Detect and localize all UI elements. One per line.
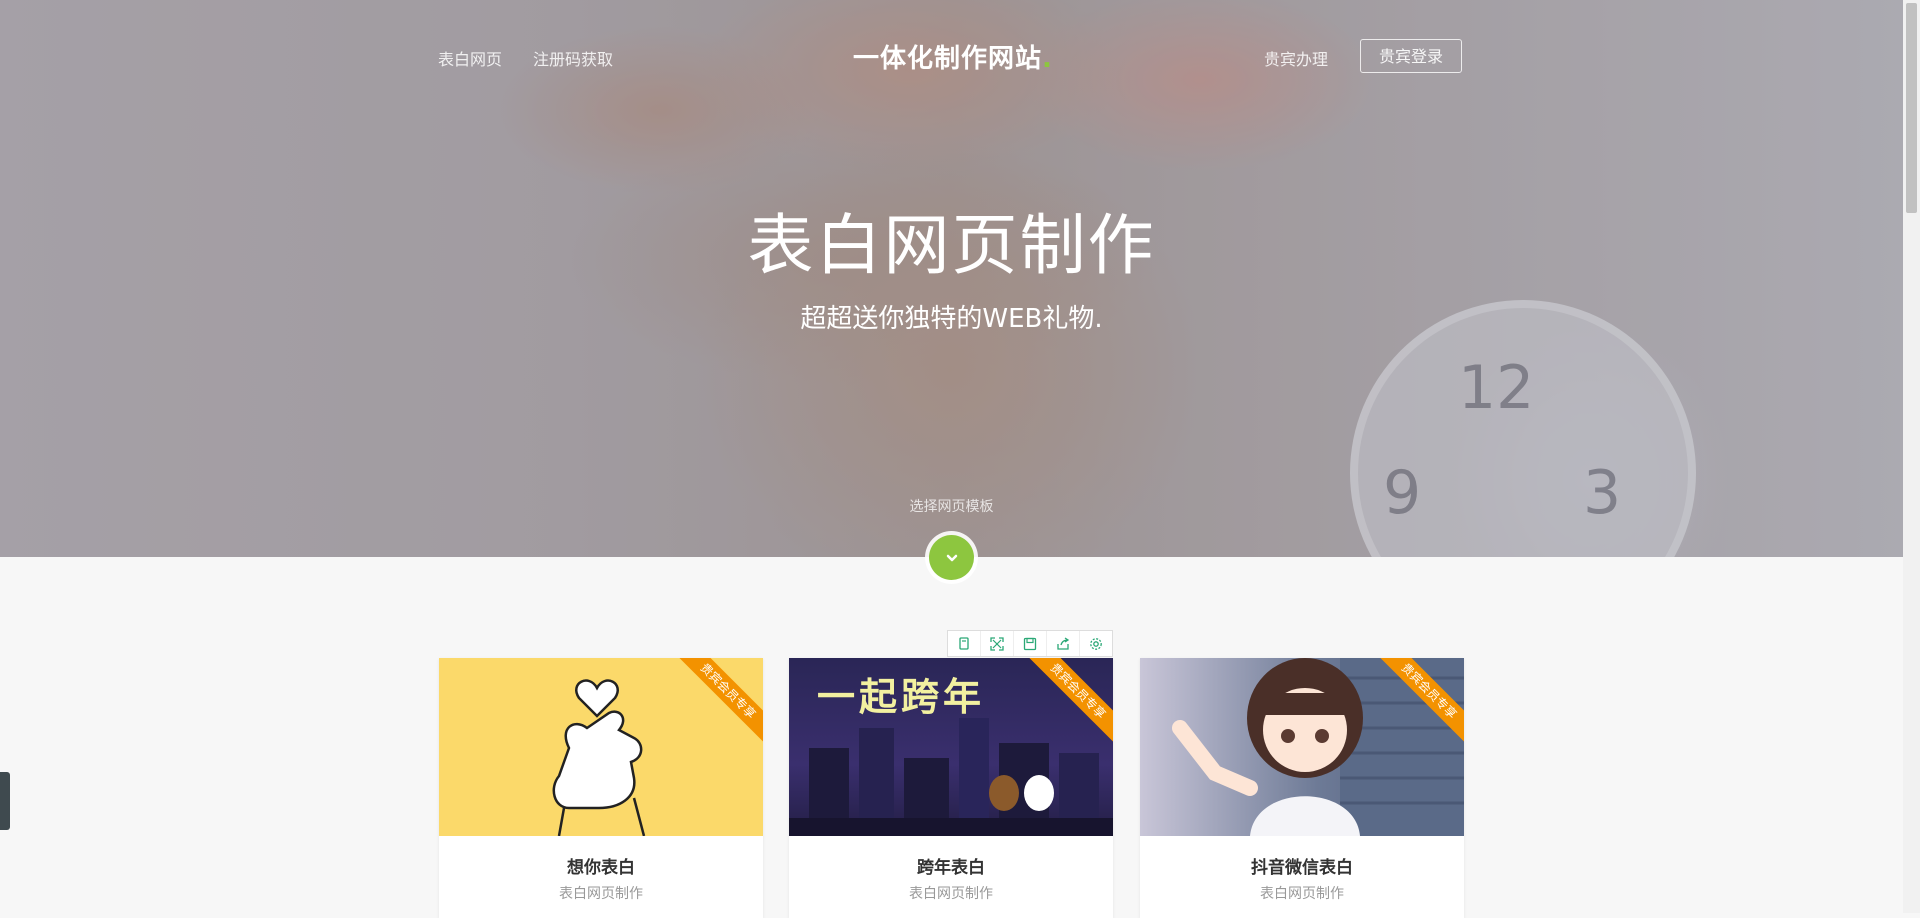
nav-link-confession-page[interactable]: 表白网页 (438, 46, 502, 70)
page-scrollbar[interactable] (1903, 0, 1920, 913)
expand-icon[interactable] (981, 631, 1014, 656)
card-subtitle: 表白网页制作 (559, 886, 643, 902)
chevron-down-icon (946, 554, 957, 561)
nav-link-vip[interactable]: 贵宾办理 (1264, 46, 1328, 70)
scroll-down-button[interactable] (929, 535, 974, 580)
site-brand[interactable]: 一体化制作网站. (853, 38, 1053, 75)
card-toolbar (947, 630, 1113, 657)
copy-icon[interactable] (948, 631, 981, 656)
new-year-image-text: 一起跨年 (817, 675, 986, 719)
template-card-douyin-wechat[interactable]: 贵宾会员专享 抖音微信表白 表白网页制作 (1140, 658, 1464, 918)
card-title[interactable]: 跨年表白 (789, 853, 1113, 878)
scrollbar-thumb[interactable] (1906, 3, 1917, 213)
template-card-new-year[interactable]: 一起跨年 贵宾会员专享 跨年表白 表白网页制作 (789, 658, 1113, 918)
card-subtitle: 表白网页制作 (909, 886, 993, 902)
hero-subtitle: 超超送你独特的WEB礼物. (800, 304, 1103, 334)
choose-template-label: 选择网页模板 (909, 499, 994, 515)
card-subtitle: 表白网页制作 (1260, 886, 1344, 902)
card-title[interactable]: 想你表白 (439, 853, 763, 878)
vip-login-button[interactable]: 贵宾登录 (1360, 39, 1462, 73)
side-tab-widget[interactable] (0, 772, 10, 830)
hero-banner: 12 9 3 表白网页 注册码获取 一体化制作网站. 贵宾办理 贵宾登录 表白网… (0, 0, 1903, 557)
card-image-anime-girl[interactable]: 贵宾会员专享 (1140, 658, 1464, 836)
card-image-finger-heart[interactable]: 贵宾会员专享 (439, 658, 763, 836)
brand-dot: . (1042, 44, 1053, 74)
share-icon[interactable] (1047, 631, 1080, 656)
settings-icon[interactable] (1080, 631, 1112, 656)
save-icon[interactable] (1014, 631, 1047, 656)
card-title[interactable]: 抖音微信表白 (1140, 853, 1464, 878)
template-card-miss-you[interactable]: 贵宾会员专享 想你表白 表白网页制作 (439, 658, 763, 918)
brand-text: 一体化制作网站 (853, 44, 1043, 74)
nav-link-register-code[interactable]: 注册码获取 (533, 46, 613, 70)
hero-title: 表白网页制作 (747, 207, 1156, 284)
card-image-new-year[interactable]: 一起跨年 贵宾会员专享 (789, 658, 1113, 836)
